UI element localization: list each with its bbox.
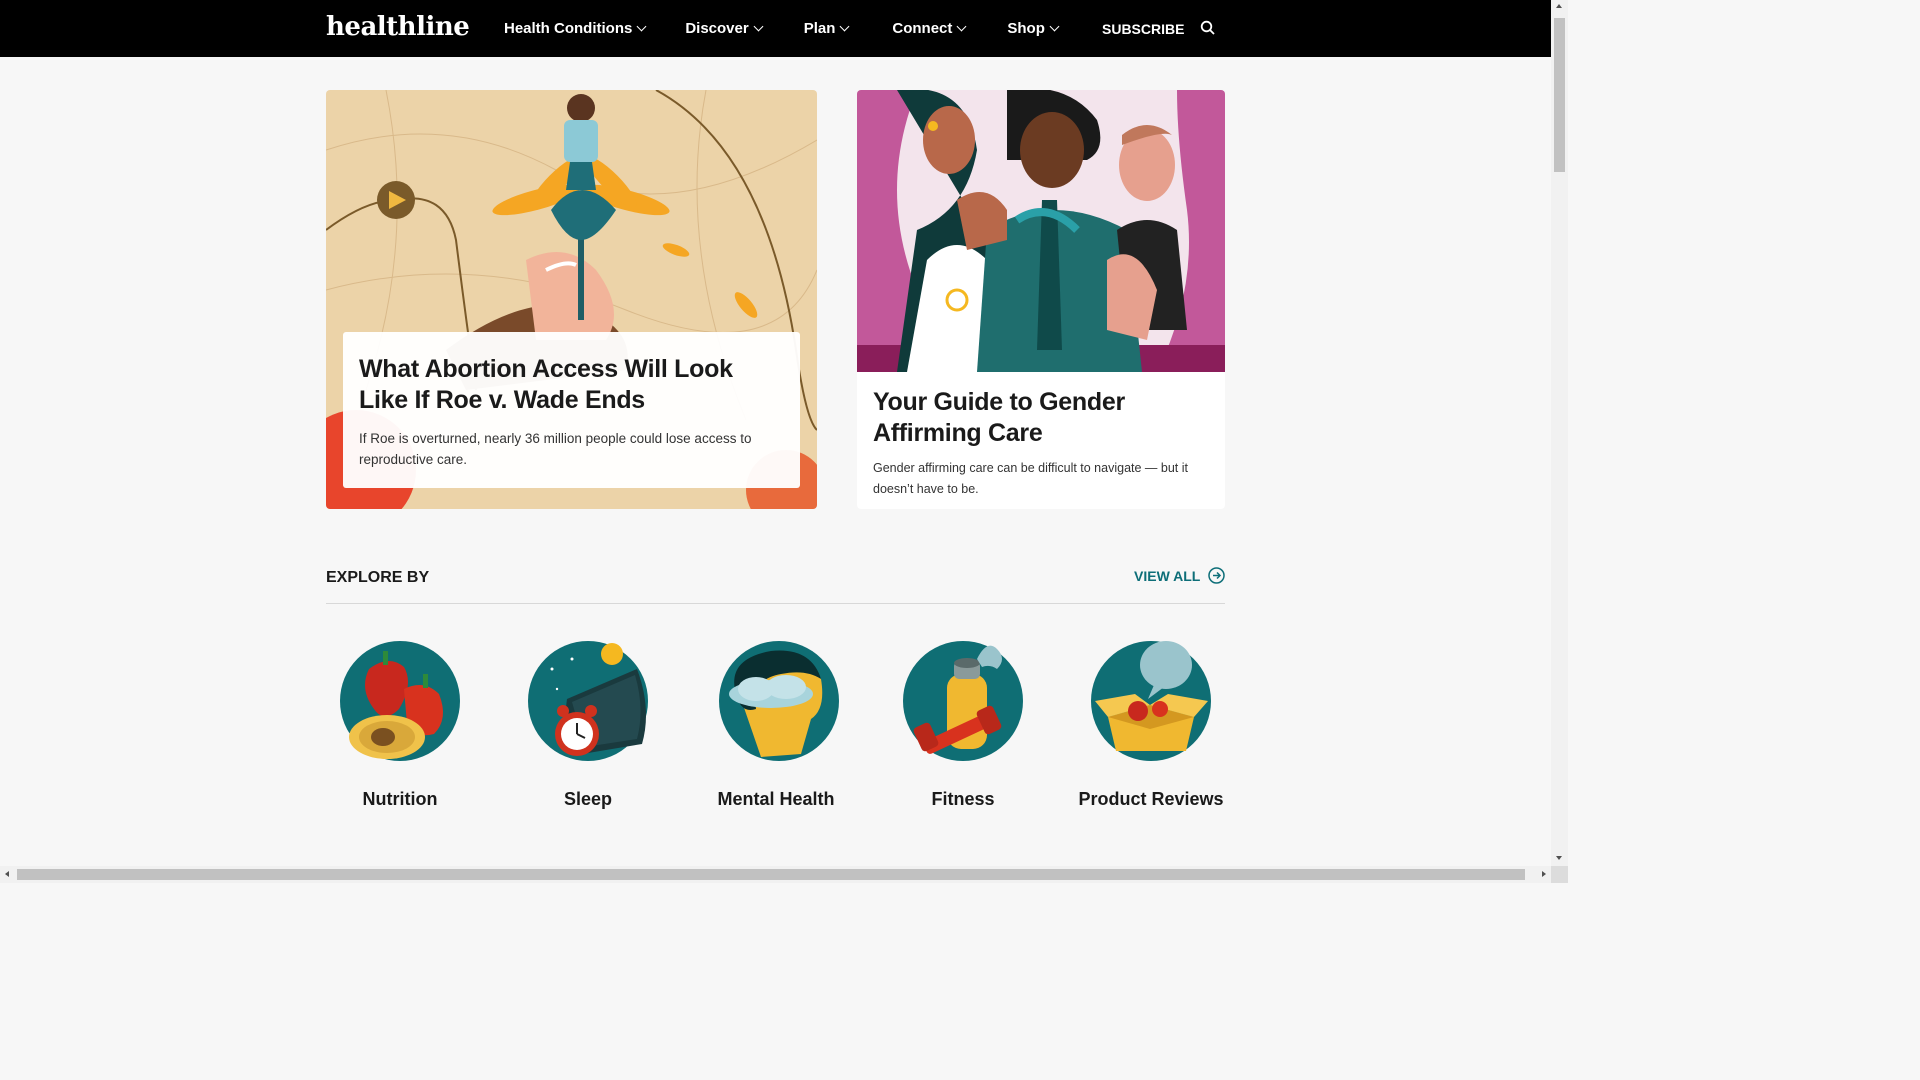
article-description: Gender affirming care can be difficult t… xyxy=(873,461,1188,496)
topic-mental-health[interactable]: Mental Health xyxy=(696,639,856,810)
topic-fitness[interactable]: Fitness xyxy=(883,639,1043,810)
horizontal-scroll-thumb[interactable] xyxy=(17,869,1525,880)
scroll-up-arrow-icon[interactable] xyxy=(1556,4,1562,8)
topic-nutrition[interactable]: Nutrition xyxy=(320,639,480,810)
featured-article-gender-care[interactable]: Your Guide to Gender Affirming Care Gend… xyxy=(857,90,1225,509)
subscribe-link[interactable]: SUBSCRIBE xyxy=(1102,21,1184,37)
topic-label: Sleep xyxy=(563,789,613,809)
scroll-left-arrow-icon[interactable] xyxy=(5,871,9,877)
nav-label: Connect xyxy=(892,20,953,37)
article-title[interactable]: Your Guide to Gender Affirming Care xyxy=(873,387,1213,449)
featured-article-text: Your Guide to Gender Affirming Care Gend… xyxy=(873,387,1213,500)
section-divider xyxy=(326,603,1225,604)
chevron-down-icon xyxy=(753,21,764,32)
article-title[interactable]: What Abortion Access Will Look Like If R… xyxy=(359,354,784,416)
vertical-scrollbar[interactable] xyxy=(1551,0,1568,866)
site-header: healthline Health Conditions Discover Pl… xyxy=(0,0,1551,57)
topic-label: Nutrition xyxy=(362,789,438,809)
explore-section-title: EXPLORE BY xyxy=(326,569,430,586)
chevron-down-icon xyxy=(1049,21,1060,32)
arrow-circle-right-icon xyxy=(1208,567,1226,584)
search-icon[interactable] xyxy=(1200,20,1216,36)
nav-label: Health Conditions xyxy=(504,20,633,37)
view-all-label: VIEW ALL xyxy=(1134,567,1201,584)
topic-product-reviews[interactable]: Product Reviews xyxy=(1071,639,1231,810)
nav-connect[interactable]: Connect xyxy=(892,20,967,37)
scroll-right-arrow-icon[interactable] xyxy=(1542,871,1546,877)
chevron-down-icon xyxy=(636,21,647,32)
topic-label: Fitness xyxy=(931,789,995,809)
topic-label: Product Reviews xyxy=(1078,789,1224,809)
featured-article-overlay: What Abortion Access Will Look Like If R… xyxy=(343,332,800,488)
featured-article-abortion[interactable]: What Abortion Access Will Look Like If R… xyxy=(326,90,817,509)
main-nav: Health Conditions Discover Plan Connect … xyxy=(504,20,1060,37)
nav-label: Discover xyxy=(685,20,749,37)
site-logo[interactable]: healthline xyxy=(326,12,470,42)
scrollbar-corner xyxy=(1551,866,1568,883)
gender-care-illustration xyxy=(857,90,1225,372)
nav-label: Plan xyxy=(803,20,836,37)
nav-label: Shop xyxy=(1007,20,1045,37)
view-all-link[interactable]: VIEW ALL xyxy=(1134,567,1226,584)
nav-shop[interactable]: Shop xyxy=(1007,20,1060,37)
sleep-icon xyxy=(528,641,648,761)
scroll-down-arrow-icon[interactable] xyxy=(1556,856,1562,860)
horizontal-scrollbar[interactable] xyxy=(0,866,1551,883)
fitness-icon xyxy=(903,641,1023,761)
article-description: If Roe is overturned, nearly 36 million … xyxy=(359,431,752,467)
chevron-down-icon xyxy=(956,21,967,32)
nav-plan[interactable]: Plan xyxy=(803,20,850,37)
chevron-down-icon xyxy=(839,21,850,32)
mental-health-icon xyxy=(719,641,839,761)
topic-label: Mental Health xyxy=(717,789,835,809)
topic-sleep[interactable]: Sleep xyxy=(508,639,668,810)
nav-health-conditions[interactable]: Health Conditions xyxy=(504,20,647,37)
nav-discover[interactable]: Discover xyxy=(685,20,764,37)
nutrition-icon xyxy=(340,641,460,761)
vertical-scroll-thumb[interactable] xyxy=(1554,18,1565,172)
product-reviews-icon xyxy=(1091,641,1211,761)
